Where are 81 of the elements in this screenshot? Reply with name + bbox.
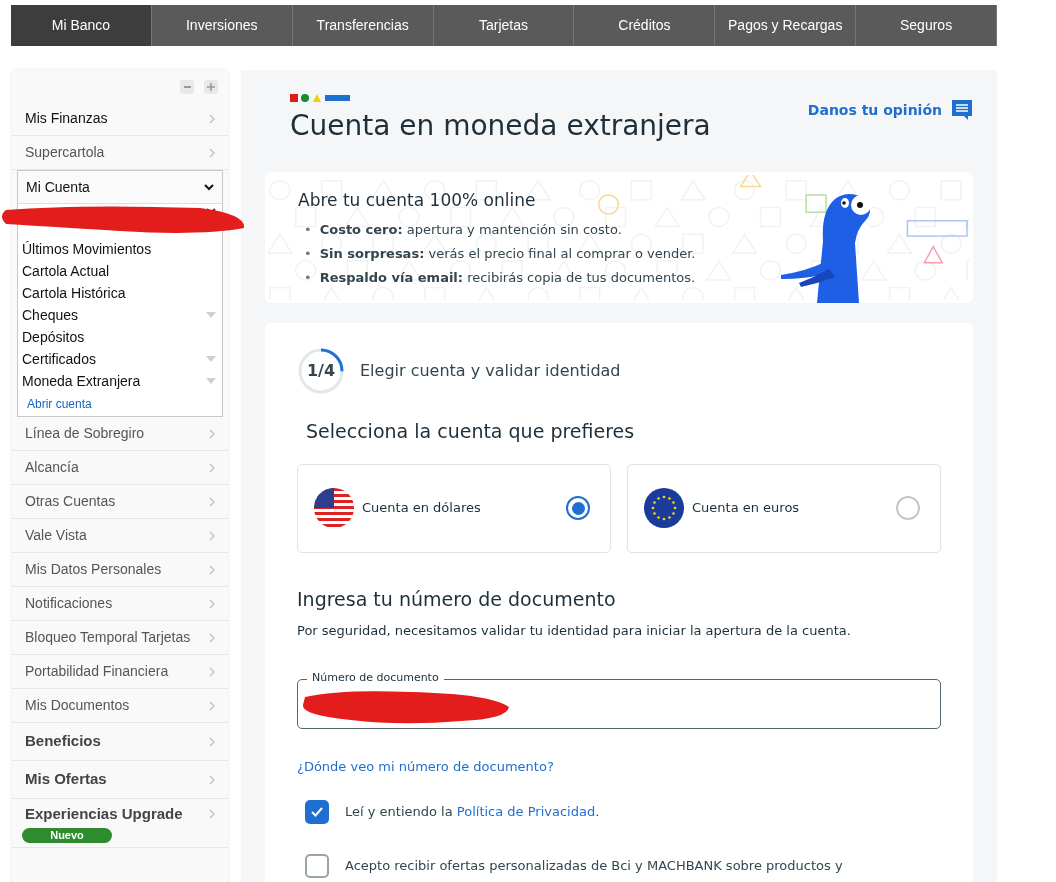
sidebar-item[interactable]: Mi Cuenta	[18, 171, 222, 204]
chevron-right-icon	[209, 428, 215, 439]
chat-icon	[952, 100, 972, 120]
nav-tab[interactable]: Inversiones	[151, 5, 293, 46]
section-heading: Selecciona la cuenta que prefieres	[306, 419, 636, 444]
sidebar-item[interactable]: Mis Datos Personales	[12, 553, 228, 587]
sidebar-item[interactable]: Mis Finanzas	[12, 102, 228, 136]
chevron-right-icon	[209, 700, 215, 711]
step-progress-ring: 1/4	[297, 347, 345, 395]
consent-text: Leí y entiendo la Política de Privacidad.	[345, 803, 600, 822]
radio-button[interactable]	[566, 496, 590, 520]
plus-icon	[207, 83, 215, 91]
sidebar-item[interactable]: Portabilidad Financiera	[12, 655, 228, 689]
submenu-link[interactable]: Abrir cuenta	[18, 392, 222, 416]
sidebar-item[interactable]: Alcancía	[12, 451, 228, 485]
step-title: Elegir cuenta y validar identidad	[360, 360, 621, 382]
feedback-link[interactable]: Danos tu opinión	[807, 100, 972, 121]
promo-title: Abre tu cuenta 100% online	[298, 189, 537, 212]
submenu-item[interactable]: Cheques	[18, 304, 222, 326]
page-title: Cuenta en moneda extranjera	[290, 108, 711, 144]
caret-icon	[206, 378, 216, 384]
expand-button[interactable]	[204, 80, 218, 94]
checkbox[interactable]	[305, 854, 329, 878]
bullet-mark: •	[304, 268, 312, 287]
sidebar-item[interactable]: Experiencias Upgrade Nuevo	[12, 799, 228, 848]
sidebar-item[interactable]: Vale Vista	[12, 519, 228, 553]
submenu-item[interactable]: Certificados	[18, 348, 222, 370]
submenu-item[interactable]: Moneda Extranjera	[18, 370, 222, 392]
submenu-item[interactable]: Cartola Histórica	[18, 282, 222, 304]
nav-tab[interactable]: Mi Banco	[11, 5, 152, 46]
radio-button[interactable]	[896, 496, 920, 520]
nav-tab[interactable]: Seguros	[856, 5, 997, 46]
consent-text: Acepto recibir ofertas personalizadas de Bci y MACHBANK sobre productos y	[345, 857, 843, 876]
sidebar-item[interactable]: Bloqueo Temporal Tarjetas	[12, 621, 228, 655]
sidebar-item[interactable]: Mis Ofertas	[12, 761, 228, 799]
benefit-text: Sin sorpresas: verás el precio final al comprar o vender.	[319, 244, 696, 263]
chevron-right-icon	[209, 774, 215, 785]
chevron-right-icon	[209, 496, 215, 507]
sidebar-item[interactable]: Mis Documentos	[12, 689, 228, 723]
privacy-link[interactable]: Política de Privacidad	[456, 804, 596, 820]
chevron-right-icon	[209, 736, 215, 747]
chevron-right-icon	[209, 666, 215, 677]
description-text: Por seguridad, necesitamos validar tu identidad para iniciar la apertura de la cuenta.	[297, 622, 852, 640]
sidebar-item[interactable]: Línea de Sobregiro	[12, 417, 228, 451]
checkmark-icon	[311, 807, 323, 817]
nav-tab[interactable]: Créditos	[574, 5, 716, 46]
chevron-right-icon	[209, 598, 215, 609]
nav-tab[interactable]: Transferencias	[292, 5, 434, 46]
collapse-button[interactable]	[180, 80, 194, 94]
help-link[interactable]: ¿Dónde veo mi número de documento?	[297, 756, 941, 776]
caret-icon	[206, 312, 216, 318]
chevron-right-icon	[209, 809, 215, 820]
new-badge: Nuevo	[22, 827, 112, 843]
sidebar-item[interactable]: Otras Cuentas	[12, 485, 228, 519]
checkbox[interactable]	[305, 800, 329, 824]
chevron-right-icon	[209, 113, 215, 124]
submenu-item[interactable]: Últimos Movimientos	[18, 238, 222, 260]
sidebar-item[interactable]: Notificaciones	[12, 587, 228, 621]
sidebar-item[interactable]: Beneficios	[12, 723, 228, 761]
us-flag-icon	[314, 488, 354, 528]
account-option[interactable]: Cuenta en dólares	[297, 463, 611, 553]
submenu-item[interactable]: Depósitos	[18, 326, 222, 348]
benefit-text: Respaldo vía email: recibirás copia de tus documentos.	[319, 268, 696, 287]
eu-flag-icon	[644, 488, 684, 528]
nav-tab[interactable]: Tarjetas	[433, 5, 575, 46]
chevron-right-icon	[209, 530, 215, 541]
benefit-text: Costo cero: apertura y mantención sin costo.	[319, 220, 622, 239]
chevron-right-icon	[209, 632, 215, 643]
brand-marks-icon	[290, 94, 350, 102]
minus-icon	[183, 86, 191, 88]
caret-icon	[206, 356, 216, 362]
bullet-mark: •	[304, 220, 312, 239]
nav-tab[interactable]: Pagos y Recargas	[715, 5, 857, 46]
submenu-item[interactable]: Cartola Actual	[18, 260, 222, 282]
chevron-right-icon	[209, 564, 215, 575]
account-option[interactable]: Cuenta en euros	[627, 463, 941, 553]
bullet-mark: •	[304, 244, 312, 263]
chevron-right-icon	[209, 147, 215, 158]
section-heading: Ingresa tu número de documento	[297, 586, 617, 612]
chevron-down-icon	[204, 183, 214, 191]
chevron-right-icon	[209, 462, 215, 473]
